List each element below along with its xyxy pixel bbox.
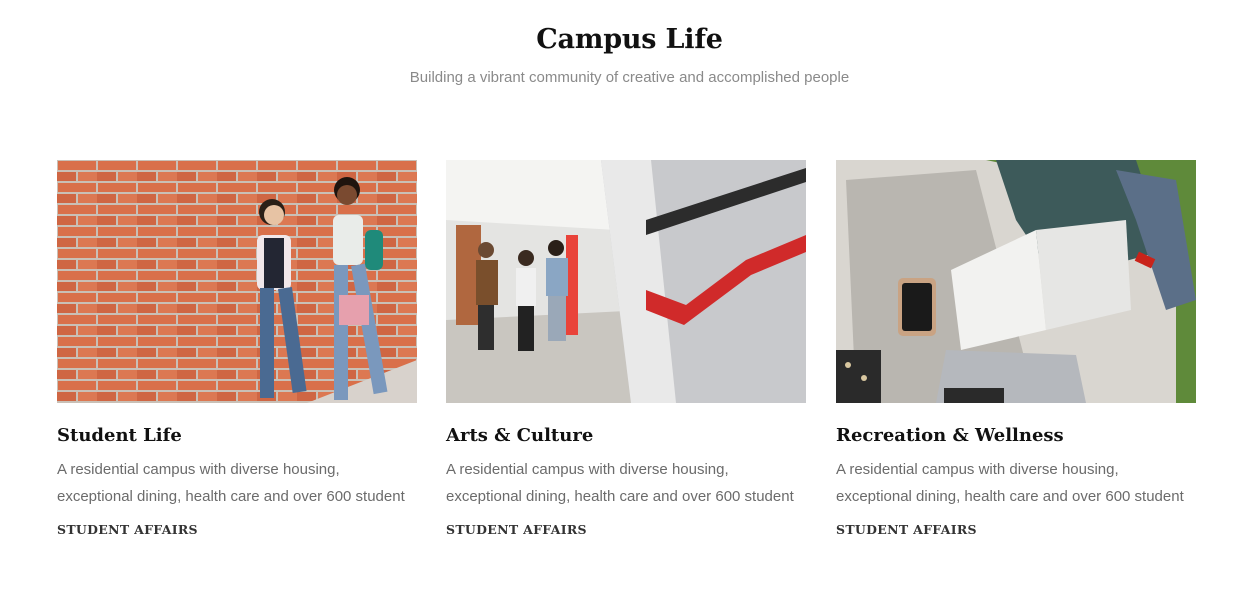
section-subtitle: Building a vibrant community of creative… bbox=[409, 69, 850, 86]
section-header: Campus Life Building a vibrant community… bbox=[0, 24, 1259, 86]
card-student-life: Student Life A residential campus with d… bbox=[57, 160, 417, 539]
section-title: Campus Life bbox=[536, 24, 723, 55]
card-arts-culture: Arts & Culture A residential campus with… bbox=[446, 160, 806, 539]
card-image-student-life[interactable] bbox=[57, 160, 417, 403]
card-title[interactable]: Recreation & Wellness bbox=[836, 425, 1196, 446]
card-description: A residential campus with diverse housin… bbox=[836, 461, 1184, 505]
card-image-arts-culture[interactable] bbox=[446, 160, 806, 403]
student-affairs-link[interactable]: STUDENT AFFAIRS bbox=[57, 522, 198, 537]
card-recreation-wellness: Recreation & Wellness A residential camp… bbox=[836, 160, 1196, 539]
card-title[interactable]: Arts & Culture bbox=[446, 425, 806, 446]
student-affairs-link[interactable]: STUDENT AFFAIRS bbox=[836, 522, 977, 537]
card-image-recreation-wellness[interactable] bbox=[836, 160, 1196, 403]
student-affairs-link[interactable]: STUDENT AFFAIRS bbox=[446, 522, 587, 537]
card-description: A residential campus with diverse housin… bbox=[446, 461, 794, 505]
card-title[interactable]: Student Life bbox=[57, 425, 417, 446]
card-description: A residential campus with diverse housin… bbox=[57, 461, 405, 505]
